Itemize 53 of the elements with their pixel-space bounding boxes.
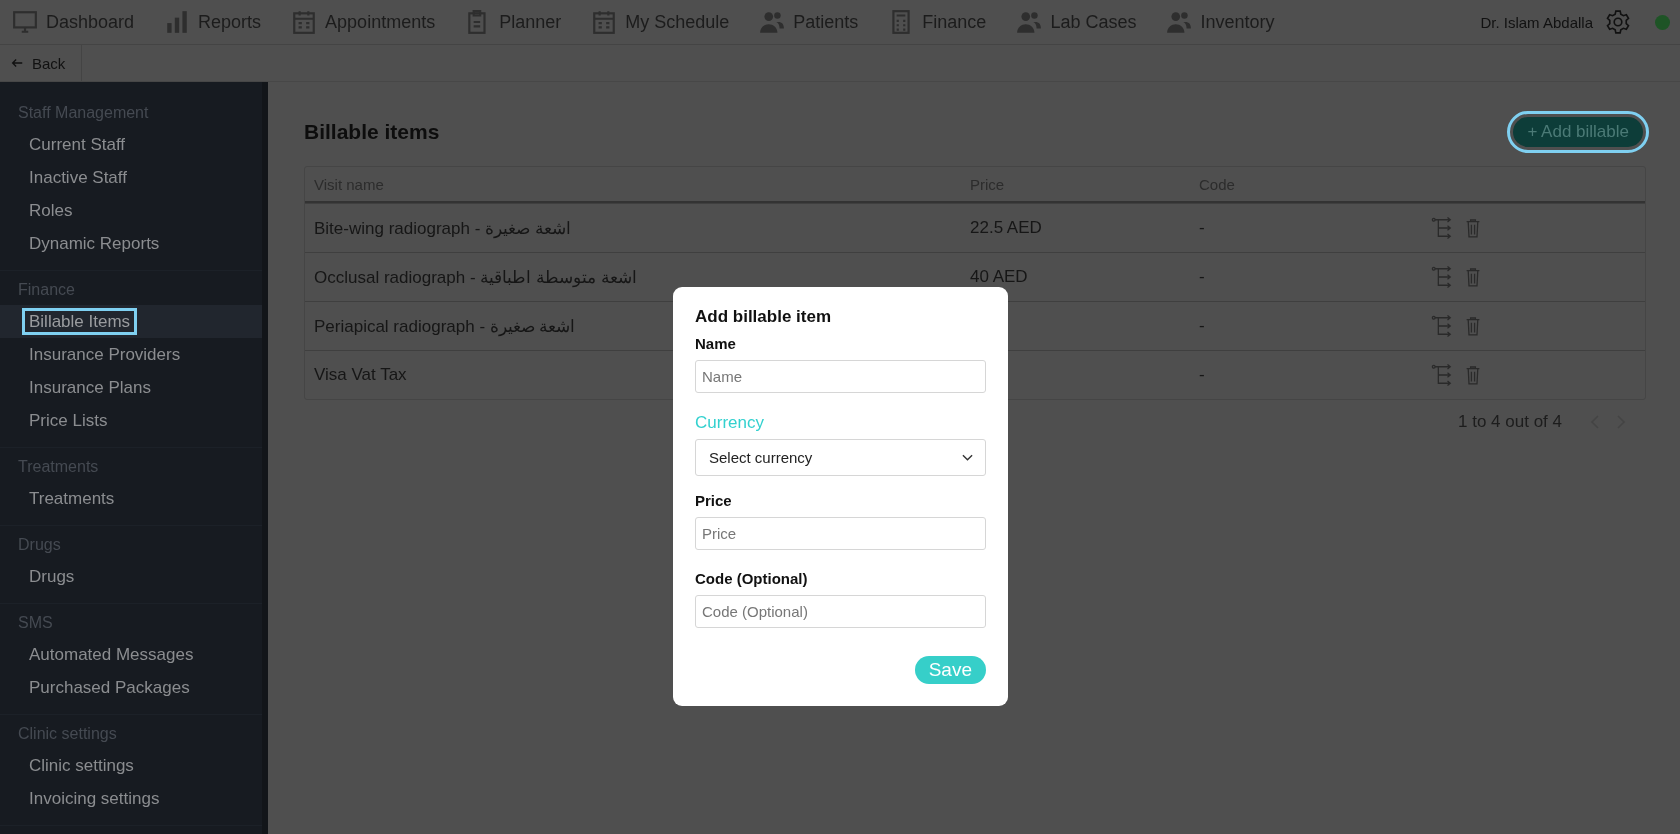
page-title: Billable items: [304, 120, 440, 144]
calendar-icon: [591, 9, 618, 35]
sidebar-item[interactable]: Invoicing settings: [22, 785, 167, 812]
trash-icon[interactable]: [1465, 217, 1481, 239]
sidebar-item[interactable]: Purchased Packages: [22, 674, 197, 701]
table-cell: Visa Vat Tax: [314, 365, 407, 384]
field-label: Price: [695, 492, 733, 509]
input-field[interactable]: Name: [695, 360, 986, 393]
table-cell: -: [1199, 365, 1205, 384]
sidebar-item[interactable]: Clinic settings: [22, 752, 141, 779]
table-cell: -: [1199, 267, 1205, 286]
back-arrow-icon: [10, 56, 24, 70]
field-label: Currency: [695, 413, 765, 433]
sidebar-item[interactable]: Dynamic Reports: [22, 230, 167, 257]
field-label: Code (Optional): [695, 570, 809, 587]
sidebar-item[interactable]: Treatments: [22, 485, 122, 512]
table-cell: Periapical radiograph - اشعة صغيرة: [314, 316, 576, 336]
sidebar-item[interactable]: Inactive Staff: [22, 164, 134, 191]
hierarchy-icon[interactable]: [1431, 364, 1453, 386]
table-cell: -: [1199, 316, 1205, 335]
caret-icon: [962, 453, 973, 462]
trash-icon[interactable]: [1465, 364, 1481, 386]
table-cell: Bite-wing radiograph - اشعة صغيرة: [314, 218, 571, 238]
sidebar-item[interactable]: Roles: [22, 197, 80, 224]
monitor-icon: [12, 9, 38, 35]
people-icon: [1166, 9, 1193, 35]
sidebar-item[interactable]: Automated Messages: [22, 641, 201, 668]
input-field[interactable]: Price: [695, 517, 986, 550]
trash-icon[interactable]: [1465, 315, 1481, 337]
settings-icon[interactable]: [1605, 9, 1631, 35]
user-name: Dr. Islam Abdalla: [1480, 13, 1593, 31]
dialog-title: Add billable item: [695, 307, 833, 327]
hierarchy-icon[interactable]: [1431, 217, 1453, 239]
sidebar-item[interactable]: Insurance Providers: [22, 341, 188, 368]
sidebar-item[interactable]: Current Staff: [22, 131, 133, 158]
table-cell: 22.5 AED: [970, 218, 1042, 237]
field-label: Name: [695, 335, 737, 352]
table-cell: 40 AED: [970, 267, 1028, 286]
status-dot: [1655, 14, 1670, 30]
input-field[interactable]: Code (Optional): [695, 595, 986, 628]
table-cell: Occlusal radiograph - اشعة متوسطة اطباقية: [314, 267, 637, 287]
sidebar-item[interactable]: Billable Items: [22, 308, 138, 335]
calendar-icon: [291, 9, 318, 35]
people-icon: [1016, 9, 1043, 35]
trash-icon[interactable]: [1465, 266, 1481, 288]
table-cell: -: [1199, 218, 1205, 237]
sidebar-item[interactable]: Drugs: [22, 563, 82, 590]
hierarchy-icon[interactable]: [1431, 315, 1453, 337]
currency-select[interactable]: Select currency: [695, 439, 986, 476]
sidebar-item[interactable]: Insurance Plans: [22, 374, 158, 401]
sidebar-item[interactable]: Price Lists: [22, 407, 115, 434]
people-icon: [759, 9, 786, 35]
hierarchy-icon[interactable]: [1431, 266, 1453, 288]
